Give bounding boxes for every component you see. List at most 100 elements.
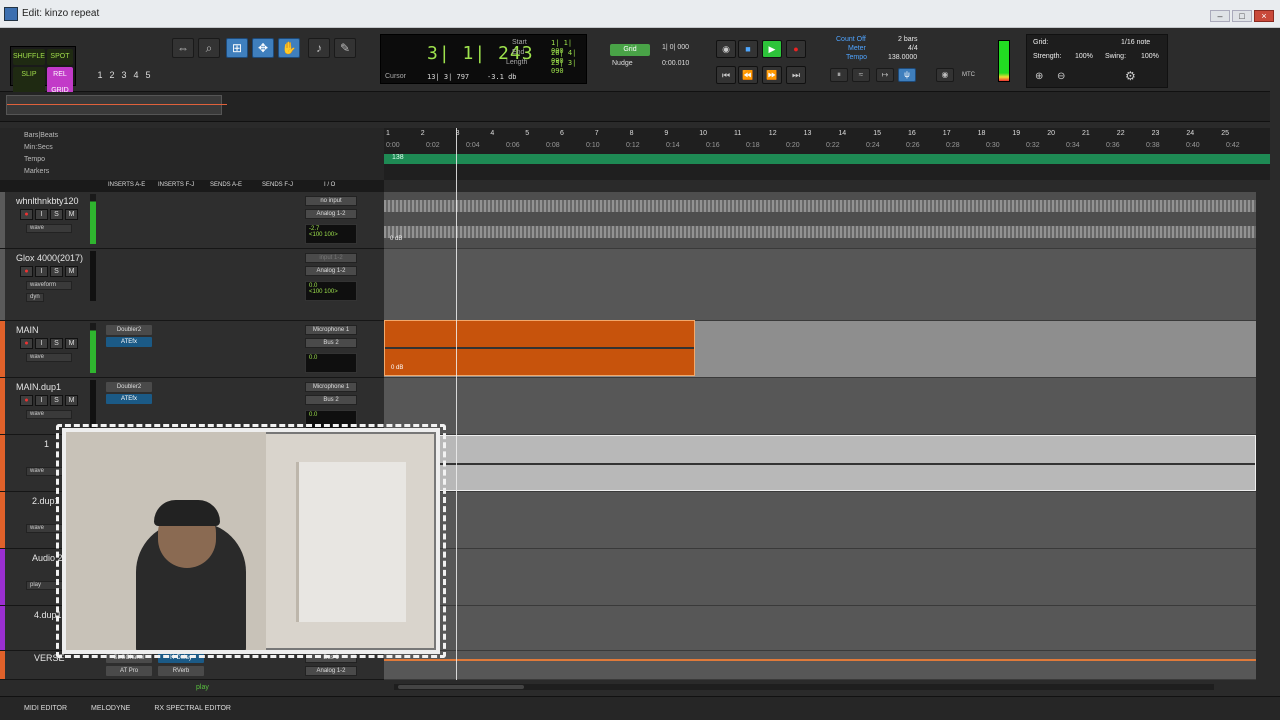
fast-forward-icon[interactable]: ⏩ xyxy=(762,66,782,84)
zoom-preset-3[interactable]: 3 xyxy=(119,70,129,82)
input-selector[interactable]: Bus 1 xyxy=(305,653,357,663)
strength-value[interactable]: 100% xyxy=(1075,53,1093,60)
lane-glox-4000[interactable] xyxy=(384,249,1256,321)
insert-doubler2[interactable]: Doubler2 xyxy=(106,382,152,392)
input-monitor-button[interactable]: I xyxy=(35,266,48,277)
insert-atefx[interactable]: ATEfx xyxy=(106,337,152,347)
grid-value[interactable]: 1| 0| 000 xyxy=(662,44,689,51)
zoom-tool-icon[interactable]: ⇔ xyxy=(172,38,194,58)
loop-icon[interactable]: ⏸ xyxy=(830,68,848,82)
insert-h-delay[interactable]: H-Delay xyxy=(158,653,204,663)
lane-main-dup1[interactable] xyxy=(384,378,1256,435)
insert-doubler2[interactable]: Doubler2 xyxy=(106,325,152,335)
record-enable-icon[interactable]: ● xyxy=(20,338,33,349)
pencil-icon[interactable]: ✎ xyxy=(334,38,356,58)
track-view-selector[interactable]: wave xyxy=(26,410,72,419)
track-view-selector[interactable]: wave xyxy=(26,353,72,362)
automation-mode[interactable]: dyn xyxy=(26,293,44,302)
speaker-icon[interactable]: ♪ xyxy=(308,38,330,58)
mute-button[interactable]: M xyxy=(65,209,78,220)
input-selector[interactable]: Microphone 1 xyxy=(305,382,357,392)
insert-slgchanel[interactable]: SLGChanel xyxy=(106,653,152,663)
midi-editor-tab[interactable]: MIDI EDITOR xyxy=(24,705,67,712)
track-name[interactable]: Audio 2 xyxy=(32,553,63,563)
input-selector[interactable]: Microphone 1 xyxy=(305,325,357,335)
track-name[interactable]: MAIN.dup1 xyxy=(16,382,61,392)
magnify-icon[interactable]: ⌕ xyxy=(198,38,220,58)
lane-audio-2[interactable] xyxy=(384,549,1256,606)
mtc-label[interactable]: MTC xyxy=(962,72,975,78)
rx-spectral-editor-tab[interactable]: RX SPECTRAL EDITOR xyxy=(154,705,231,712)
melodyne-tab[interactable]: MELODYNE xyxy=(91,705,130,712)
zoom-preset-4[interactable]: 4 xyxy=(131,70,141,82)
audio-clip-main[interactable]: 0 dB xyxy=(384,320,695,376)
play-button[interactable]: ▶ xyxy=(762,40,782,58)
grid-toggle[interactable]: Grid xyxy=(610,44,650,56)
solo-button[interactable]: S xyxy=(50,209,63,220)
zoom-preset-5[interactable]: 5 xyxy=(143,70,153,82)
vol-value[interactable]: 0.0 xyxy=(309,355,317,361)
input-selector[interactable]: no input xyxy=(305,196,357,206)
click-icon[interactable]: ψ xyxy=(898,68,916,82)
input-monitor-button[interactable]: I xyxy=(35,395,48,406)
trim-tool-icon[interactable]: ⊞ xyxy=(226,38,248,58)
track-name[interactable]: 2.dup1 xyxy=(32,496,60,506)
output-selector[interactable]: Bus 2 xyxy=(305,395,357,405)
edit-timeline[interactable]: 0 dB 0 dB xyxy=(384,192,1256,680)
solo-button[interactable]: S xyxy=(50,266,63,277)
zoom-out-icon[interactable]: ⊖ xyxy=(1057,71,1065,82)
lane-2-dup1[interactable] xyxy=(384,492,1256,549)
mute-button[interactable]: M xyxy=(65,338,78,349)
track-view-selector[interactable]: waveform xyxy=(26,281,72,290)
record-button[interactable]: ● xyxy=(786,40,806,58)
track-name[interactable]: MAIN xyxy=(16,325,39,335)
solo-button[interactable]: S xyxy=(50,395,63,406)
track-name[interactable]: VERSE xyxy=(34,653,65,663)
record-enable-icon[interactable]: ● xyxy=(20,209,33,220)
output-selector[interactable]: Analog 1-2 xyxy=(305,266,357,276)
lane-4-dup1[interactable] xyxy=(384,606,1256,651)
track-view-selector[interactable]: wave xyxy=(26,224,72,233)
pan-value[interactable]: <100 100> xyxy=(309,289,338,295)
track-name[interactable]: 4.dup1 xyxy=(34,610,62,620)
solo-button[interactable]: S xyxy=(50,338,63,349)
track-name[interactable]: Glox 4000(2017) xyxy=(16,253,83,263)
mode-shuffle[interactable]: SHUFFLE xyxy=(13,49,45,65)
audio-clip-track-1[interactable] xyxy=(384,435,1256,491)
input-monitor-button[interactable]: I xyxy=(35,338,48,349)
countoff-label[interactable]: Count Off xyxy=(836,36,866,43)
track-main-dup1[interactable]: MAIN.dup1 ● I S M wave Doubler2 ATEfx Micro… xyxy=(0,378,384,435)
scroll-thumb[interactable] xyxy=(398,685,524,689)
selector-tool-icon[interactable]: ✥ xyxy=(252,38,274,58)
track-whnlthnkbty120[interactable]: whnlthnkbty120 ● I S M wave no input Analog… xyxy=(0,192,384,249)
track-name[interactable]: whnlthnkbty120 xyxy=(16,196,79,206)
minimize-button[interactable]: – xyxy=(1210,10,1230,22)
sync-icon[interactable]: ◉ xyxy=(936,68,954,82)
track-verse[interactable]: VERSE SLGChanel AT Pro H-Delay RVerb Bus… xyxy=(0,651,384,680)
output-selector[interactable]: Analog 1-2 xyxy=(305,209,357,219)
insert-atefx[interactable]: ATEfx xyxy=(106,394,152,404)
input-selector[interactable]: input 1-2 xyxy=(305,253,357,263)
mode-spot[interactable]: SPOT xyxy=(46,49,73,65)
track-name[interactable]: 1 xyxy=(44,439,49,449)
close-button[interactable]: × xyxy=(1254,10,1274,22)
stop-button[interactable]: ■ xyxy=(738,40,758,58)
vol-value[interactable]: 0.0 xyxy=(309,412,317,418)
zoom-preset-1[interactable]: 1 xyxy=(95,70,105,82)
output-selector[interactable]: Analog 1-2 xyxy=(305,666,357,676)
grid-panel-value[interactable]: 1/16 note xyxy=(1121,39,1150,46)
wait-icon[interactable]: ↦ xyxy=(876,68,894,82)
grabber-tool-icon[interactable]: ✋ xyxy=(278,38,300,58)
insert-at-pro[interactable]: AT Pro xyxy=(106,666,152,676)
rewind-icon[interactable]: ⏪ xyxy=(738,66,758,84)
zoom-preset-2[interactable]: 2 xyxy=(107,70,117,82)
meter-label[interactable]: Meter xyxy=(848,45,866,52)
track-main[interactable]: MAIN ● I S M wave Doubler2 ATEfx Microphone… xyxy=(0,321,384,378)
nudge-value[interactable]: 0:00.010 xyxy=(662,60,689,67)
length-value[interactable]: 25| 3| 090 xyxy=(551,59,586,75)
gear-icon[interactable]: ⚙ xyxy=(1125,69,1136,83)
lane-verse[interactable] xyxy=(384,651,1256,680)
universe-view[interactable] xyxy=(6,95,227,115)
mute-button[interactable]: M xyxy=(65,266,78,277)
mute-button[interactable]: M xyxy=(65,395,78,406)
